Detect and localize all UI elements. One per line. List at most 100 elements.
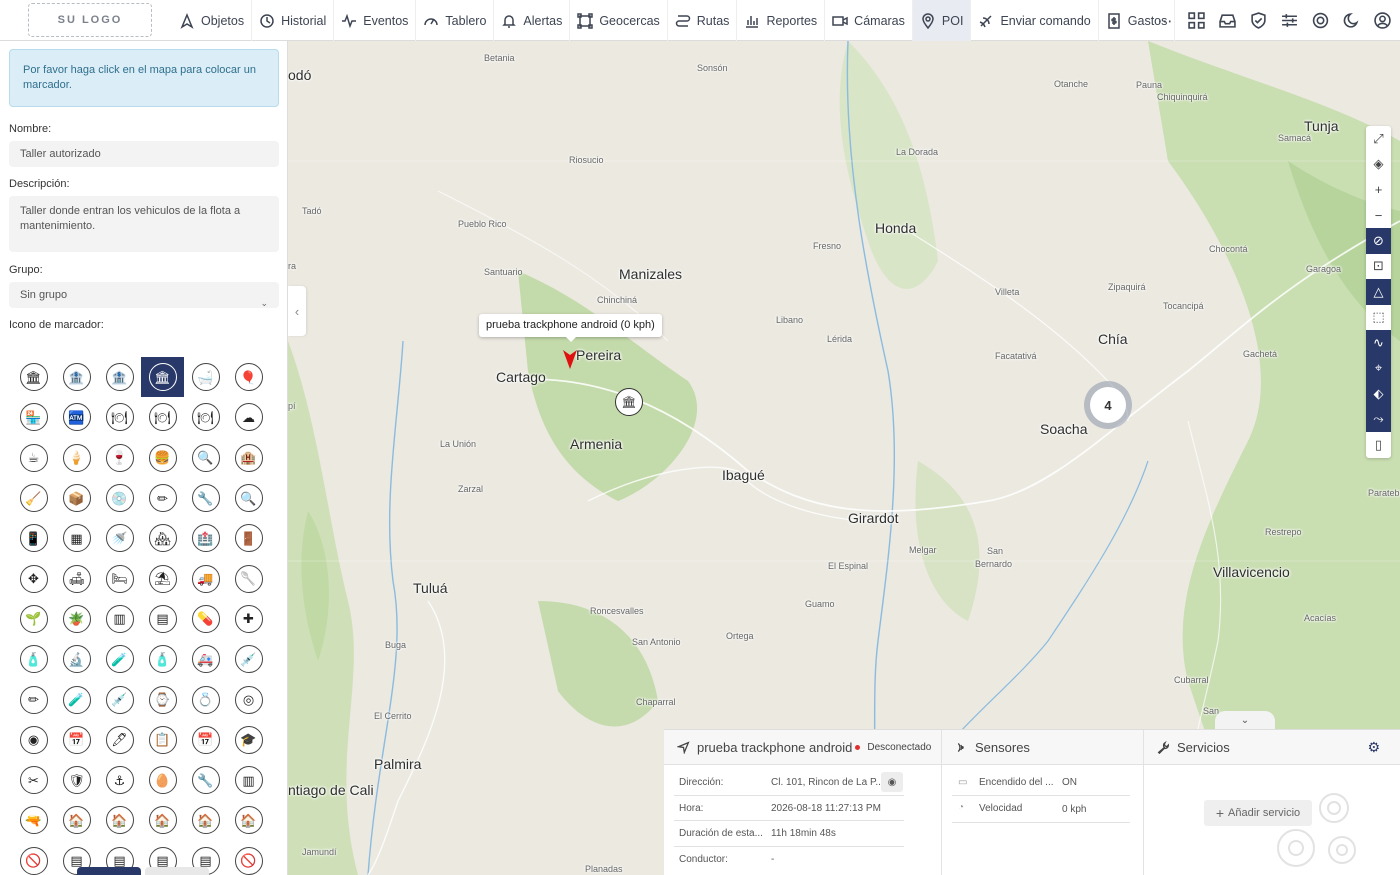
nav-eventos[interactable]: Eventos [334,0,417,41]
marker-icon-option[interactable]: 📅 [55,720,98,760]
marker-icon-option[interactable]: 🚫 [12,841,55,875]
layers-icon[interactable]: ◈ [1366,152,1391,178]
marker-icon-option[interactable]: 🏥 [184,518,227,558]
marker-icon-option[interactable]: 🍔 [141,438,184,478]
marker-icon-option[interactable]: 💊 [184,599,227,639]
marker-icon-option[interactable]: 🏠 [227,800,270,840]
marker-icon-option[interactable]: 💉 [227,639,270,679]
nav-objetos[interactable]: Objetos [172,0,253,41]
support-icon[interactable] [1310,11,1330,31]
tag-icon[interactable]: ⬖ [1366,381,1391,407]
marker-icon-option[interactable]: 🔧 [184,478,227,518]
marker-icon-option[interactable]: ✏ [141,478,184,518]
marker-icon-option[interactable]: 🚿 [98,518,141,558]
marker-icon-option[interactable]: ▥ [227,760,270,800]
eye-icon[interactable]: ◉ [881,772,903,792]
user-icon[interactable] [1372,11,1392,31]
marker-icon-option[interactable]: 💍 [184,679,227,719]
marker-icon-option[interactable]: 🚪 [227,518,270,558]
marker-icon-option[interactable]: 🍷 [98,438,141,478]
marker-icon-option[interactable]: 🖊 [98,720,141,760]
nav-alertas[interactable]: Alertas [494,0,571,41]
collapse-panel-button[interactable]: ‹ [288,286,306,336]
marker-icon-option[interactable]: 🧹 [12,478,55,518]
objects-layer-icon[interactable]: △ [1366,279,1391,305]
marker-icon-option[interactable]: ✏ [12,679,55,719]
marker-icon-option[interactable]: 🧴 [12,639,55,679]
marker-icon-option[interactable]: ✚ [227,599,270,639]
marker-icon-option[interactable]: 🏦 [55,357,98,397]
fit-bounds-icon[interactable]: ⊡ [1366,254,1391,280]
marker-icon-option[interactable]: ☁ [227,397,270,437]
marker-cluster[interactable]: 4 [1084,381,1132,429]
dock-toggle-button[interactable]: ⌄ [1215,711,1275,729]
nav-geocercas[interactable]: Geocercas [570,0,668,41]
marker-icon-option[interactable]: 🔫 [12,800,55,840]
description-textarea[interactable]: Taller donde entran los vehiculos de la … [9,196,279,252]
marker-icon-option[interactable]: 🍽 [184,397,227,437]
poi-layer-icon[interactable]: ⌖ [1366,355,1391,381]
marker-icon-option[interactable]: 🔧 [184,760,227,800]
marker-icon-option[interactable]: 🏘 [141,518,184,558]
marker-icon-option[interactable]: 🥚 [141,760,184,800]
marker-icon-option[interactable]: 🥄 [227,558,270,598]
marker-icon-option[interactable]: ▤ [141,599,184,639]
marker-icon-option[interactable]: 🔬 [55,639,98,679]
nav-enviar-comando[interactable]: Enviar comando [971,0,1099,41]
poi-marker-bank-icon[interactable]: 🏛 [615,388,643,416]
marker-icon-option[interactable]: 🏠 [141,800,184,840]
marker-icon-option[interactable]: 📅 [184,720,227,760]
vehicle-arrow-icon[interactable] [562,348,578,370]
dark-mode-icon[interactable] [1341,11,1361,31]
marker-icon-option[interactable]: 🧴 [141,639,184,679]
gear-icon[interactable]: ⚙ [1367,739,1380,756]
nav-reportes[interactable]: Reportes [737,0,826,41]
marker-icon-option[interactable]: 🔍 [227,478,270,518]
marker-icon-option[interactable]: 🚚 [184,558,227,598]
marker-icon-option[interactable]: 💉 [98,679,141,719]
marker-icon-option[interactable]: 🍽 [98,397,141,437]
more-icon[interactable]: ⋯ [1155,11,1175,31]
marker-icon-option[interactable]: 🧪 [55,679,98,719]
marker-icon-option[interactable]: ⚓ [98,760,141,800]
nav-tablero[interactable]: Tablero [416,0,495,41]
inbox-icon[interactable] [1217,11,1237,31]
ruler-icon[interactable]: ▯ [1366,432,1391,458]
nav-camaras[interactable]: Cámaras [825,0,913,41]
marker-icon-option[interactable]: ◉ [12,720,55,760]
marker-icon-option[interactable]: ▥ [98,599,141,639]
marker-icon-option[interactable]: 🏛 [141,357,184,398]
marker-icon-option[interactable]: 🚫 [227,841,270,875]
nav-historial[interactable]: Historial [252,0,335,41]
marker-icon-option[interactable]: 🏨 [227,438,270,478]
save-button[interactable] [77,867,141,875]
marker-icon-option[interactable]: 🛏 [98,558,141,598]
measure-icon[interactable]: ⤳ [1366,406,1391,432]
marker-icon-option[interactable]: 🛡 [55,760,98,800]
marker-icon-option[interactable]: 🧪 [98,639,141,679]
marker-icon-option[interactable]: ◎ [227,679,270,719]
marker-icon-option[interactable]: 🏠 [55,800,98,840]
marker-icon-option[interactable]: 🏦 [98,357,141,397]
zoom-in-icon[interactable]: + [1366,177,1391,203]
zoom-out-icon[interactable]: − [1366,203,1391,229]
marker-icon-option[interactable]: ⌚ [141,679,184,719]
marker-icon-option[interactable]: 🎈 [227,357,270,397]
marker-icon-option[interactable]: 🛁 [184,357,227,397]
marker-icon-option[interactable]: 🏛 [12,357,55,397]
apps-grid-icon[interactable] [1186,11,1206,31]
marker-icon-option[interactable]: ✥ [12,558,55,598]
marker-icon-option[interactable]: 🎓 [227,720,270,760]
marker-icon-option[interactable]: 🏠 [184,800,227,840]
marker-icon-option[interactable]: 🌱 [12,599,55,639]
marker-icon-option[interactable]: 🚑 [184,639,227,679]
marker-icon-option[interactable]: 📋 [141,720,184,760]
marker-icon-option[interactable]: 🪴 [55,599,98,639]
marker-icon-option[interactable]: 🏪 [12,397,55,437]
sliders-icon[interactable] [1279,11,1299,31]
marker-icon-option[interactable]: 🏧 [55,397,98,437]
marker-icon-option[interactable]: 🍦 [55,438,98,478]
name-input[interactable]: Taller autorizado [9,141,279,167]
marker-icon-option[interactable]: 🏠 [98,800,141,840]
cancel-button[interactable] [145,867,209,875]
